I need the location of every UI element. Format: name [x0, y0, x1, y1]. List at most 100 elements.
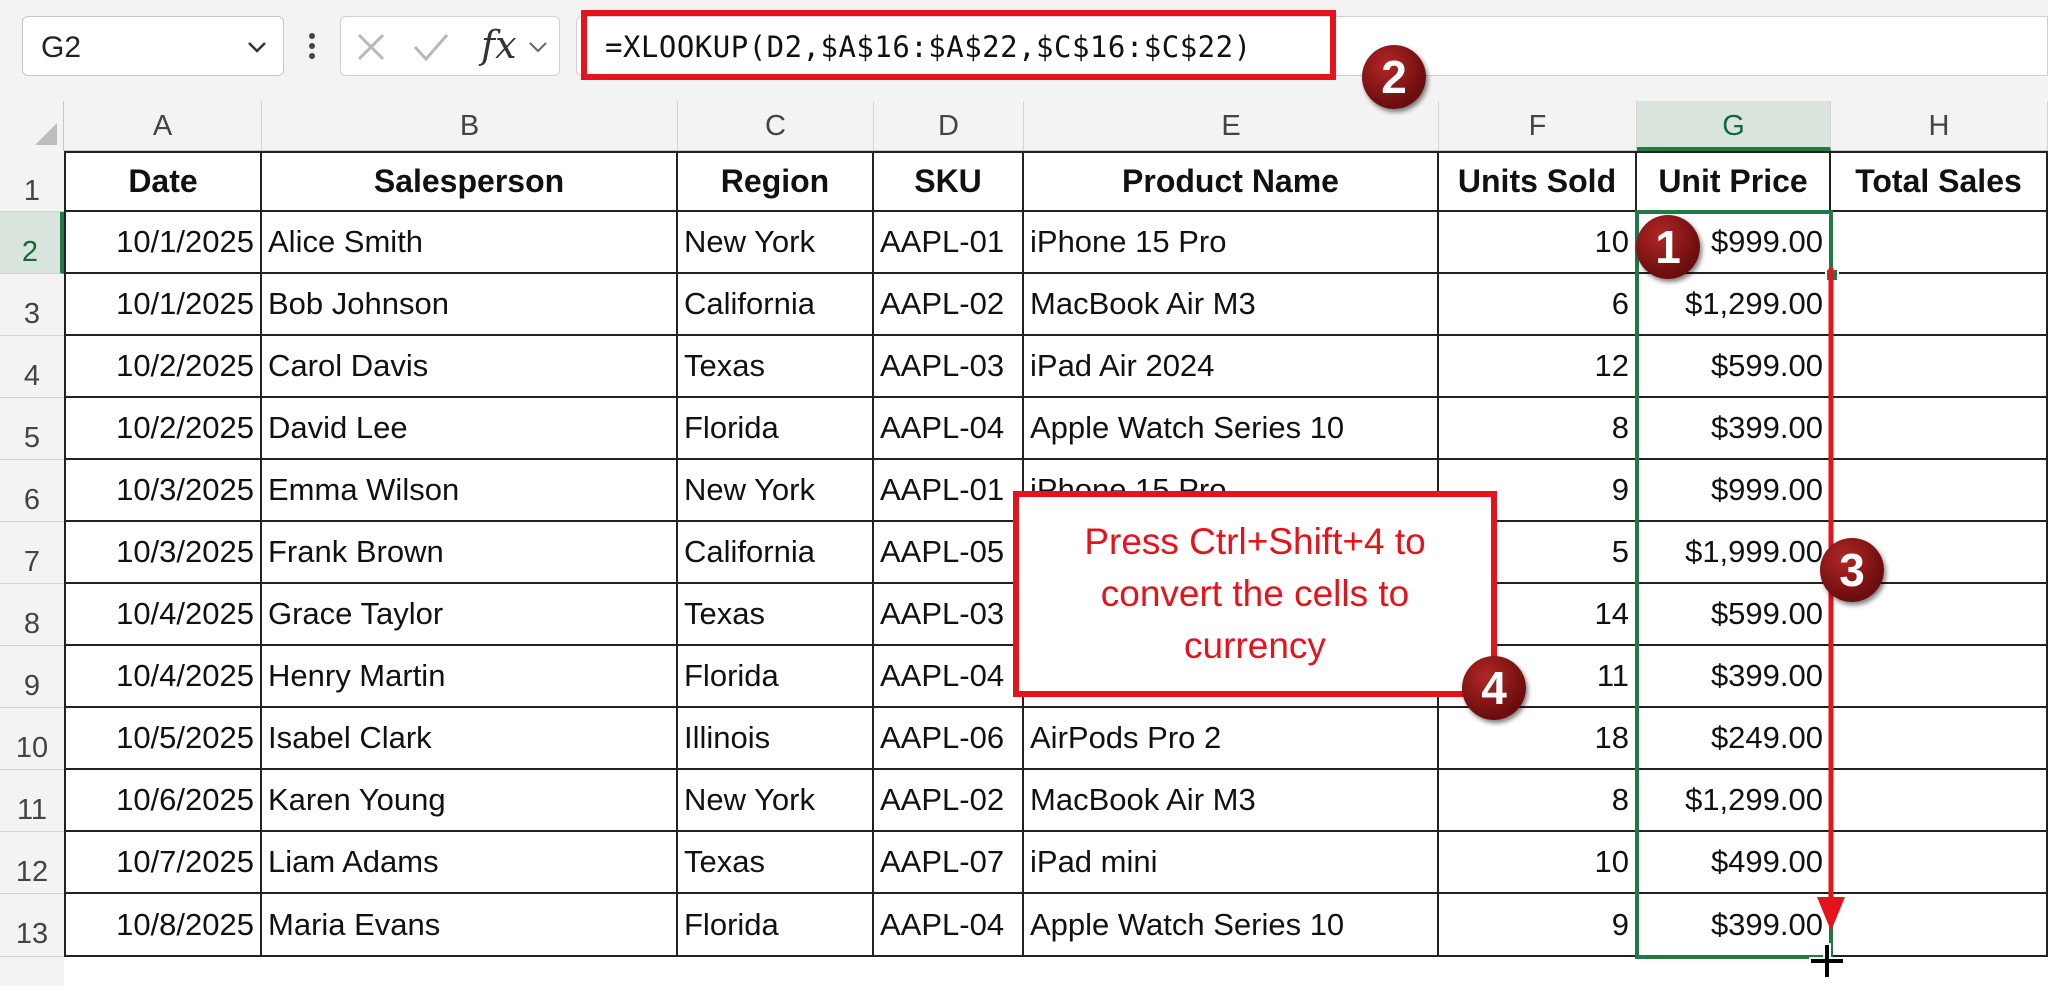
table-cell[interactable]: Liam Adams	[262, 832, 678, 894]
row-header-10[interactable]: 10	[0, 708, 64, 770]
column-header-g[interactable]: G	[1637, 101, 1831, 151]
row-header-8[interactable]: 8	[0, 584, 64, 646]
table-cell[interactable]: Florida	[678, 646, 874, 708]
column-title-cell[interactable]: Unit Price	[1637, 151, 1831, 212]
table-cell[interactable]: $1,299.00	[1637, 274, 1831, 336]
column-title-cell[interactable]: Salesperson	[262, 151, 678, 212]
chevron-down-icon[interactable]	[527, 37, 549, 57]
table-cell[interactable]: 8	[1439, 770, 1637, 832]
table-cell[interactable]: New York	[678, 770, 874, 832]
table-cell[interactable]: Texas	[678, 584, 874, 646]
table-cell[interactable]: AAPL-01	[874, 460, 1024, 522]
column-header-b[interactable]: B	[262, 101, 678, 151]
chevron-down-icon[interactable]	[245, 35, 269, 59]
table-cell[interactable]: 10/7/2025	[64, 832, 262, 894]
table-cell[interactable]: Texas	[678, 336, 874, 398]
table-cell[interactable]: iPad Air 2024	[1024, 336, 1439, 398]
table-cell[interactable]: Bob Johnson	[262, 274, 678, 336]
column-header-d[interactable]: D	[874, 101, 1024, 151]
row-header-5[interactable]: 5	[0, 398, 64, 460]
table-cell[interactable]: Karen Young	[262, 770, 678, 832]
table-cell[interactable]: MacBook Air M3	[1024, 274, 1439, 336]
row-header-2[interactable]: 2	[0, 212, 64, 274]
column-title-cell[interactable]: Total Sales	[1831, 151, 2048, 212]
table-cell[interactable]: $1,999.00	[1637, 522, 1831, 584]
row-header-12[interactable]: 12	[0, 832, 64, 894]
table-cell[interactable]: $599.00	[1637, 336, 1831, 398]
column-header-c[interactable]: C	[678, 101, 874, 151]
column-header-a[interactable]: A	[64, 101, 262, 151]
table-cell[interactable]: $249.00	[1637, 708, 1831, 770]
table-cell[interactable]: 10	[1439, 832, 1637, 894]
table-cell[interactable]: 6	[1439, 274, 1637, 336]
table-cell[interactable]: 10/6/2025	[64, 770, 262, 832]
column-title-cell[interactable]: Product Name	[1024, 151, 1439, 212]
column-title-cell[interactable]: Region	[678, 151, 874, 212]
table-cell[interactable]: AAPL-03	[874, 584, 1024, 646]
table-cell[interactable]: Emma Wilson	[262, 460, 678, 522]
table-cell[interactable]: 18	[1439, 708, 1637, 770]
table-cell[interactable]: Illinois	[678, 708, 874, 770]
table-cell[interactable]	[1831, 894, 2048, 957]
table-cell[interactable]: AAPL-02	[874, 274, 1024, 336]
table-cell[interactable]: Apple Watch Series 10	[1024, 398, 1439, 460]
table-cell[interactable]: $399.00	[1637, 398, 1831, 460]
table-cell[interactable]: 10/4/2025	[64, 584, 262, 646]
table-cell[interactable]: 10/3/2025	[64, 522, 262, 584]
enter-check-icon[interactable]	[411, 29, 451, 65]
table-cell[interactable]: Henry Martin	[262, 646, 678, 708]
column-header-h[interactable]: H	[1831, 101, 2048, 151]
row-header-9[interactable]: 9	[0, 646, 64, 708]
table-cell[interactable]: 10	[1439, 212, 1637, 274]
row-header-4[interactable]: 4	[0, 336, 64, 398]
table-cell[interactable]: Texas	[678, 832, 874, 894]
table-cell[interactable]: 10/2/2025	[64, 336, 262, 398]
row-header-13[interactable]: 13	[0, 894, 64, 957]
row-header-11[interactable]: 11	[0, 770, 64, 832]
table-cell[interactable]: $399.00	[1637, 894, 1831, 957]
cancel-icon[interactable]	[353, 29, 389, 65]
table-cell[interactable]: $499.00	[1637, 832, 1831, 894]
table-cell[interactable]: Alice Smith	[262, 212, 678, 274]
table-cell[interactable]	[1831, 212, 2048, 274]
table-cell[interactable]: 10/5/2025	[64, 708, 262, 770]
table-cell[interactable]: Maria Evans	[262, 894, 678, 957]
select-all-corner[interactable]	[0, 101, 64, 151]
table-cell[interactable]	[1831, 708, 2048, 770]
table-cell[interactable]: $599.00	[1637, 584, 1831, 646]
table-cell[interactable]: 10/4/2025	[64, 646, 262, 708]
table-cell[interactable]: Carol Davis	[262, 336, 678, 398]
row-header-6[interactable]: 6	[0, 460, 64, 522]
table-cell[interactable]: 10/8/2025	[64, 894, 262, 957]
table-cell[interactable]: 10/2/2025	[64, 398, 262, 460]
table-cell[interactable]: 8	[1439, 398, 1637, 460]
table-cell[interactable]: iPad mini	[1024, 832, 1439, 894]
table-cell[interactable]: David Lee	[262, 398, 678, 460]
column-header-f[interactable]: F	[1439, 101, 1637, 151]
row-header-1[interactable]: 1	[0, 151, 64, 212]
fill-handle[interactable]	[1825, 268, 1839, 282]
column-title-cell[interactable]: Units Sold	[1439, 151, 1637, 212]
table-cell[interactable]	[1831, 460, 2048, 522]
table-cell[interactable]: AAPL-01	[874, 212, 1024, 274]
table-cell[interactable]: 10/3/2025	[64, 460, 262, 522]
table-cell[interactable]	[1831, 336, 2048, 398]
table-cell[interactable]: 12	[1439, 336, 1637, 398]
table-cell[interactable]	[1831, 274, 2048, 336]
column-header-e[interactable]: E	[1024, 101, 1439, 151]
table-cell[interactable]: AAPL-04	[874, 398, 1024, 460]
table-cell[interactable]: $399.00	[1637, 646, 1831, 708]
table-cell[interactable]: AAPL-03	[874, 336, 1024, 398]
table-cell[interactable]: 10/1/2025	[64, 274, 262, 336]
table-cell[interactable]: AAPL-04	[874, 646, 1024, 708]
column-title-cell[interactable]: SKU	[874, 151, 1024, 212]
table-cell[interactable]: Florida	[678, 398, 874, 460]
row-header-7[interactable]: 7	[0, 522, 64, 584]
table-cell[interactable]: New York	[678, 460, 874, 522]
table-cell[interactable]: AirPods Pro 2	[1024, 708, 1439, 770]
table-cell[interactable]: 9	[1439, 894, 1637, 957]
table-cell[interactable]	[1831, 398, 2048, 460]
name-box[interactable]: G2	[22, 16, 284, 76]
row-header-3[interactable]: 3	[0, 274, 64, 336]
table-cell[interactable]: AAPL-06	[874, 708, 1024, 770]
